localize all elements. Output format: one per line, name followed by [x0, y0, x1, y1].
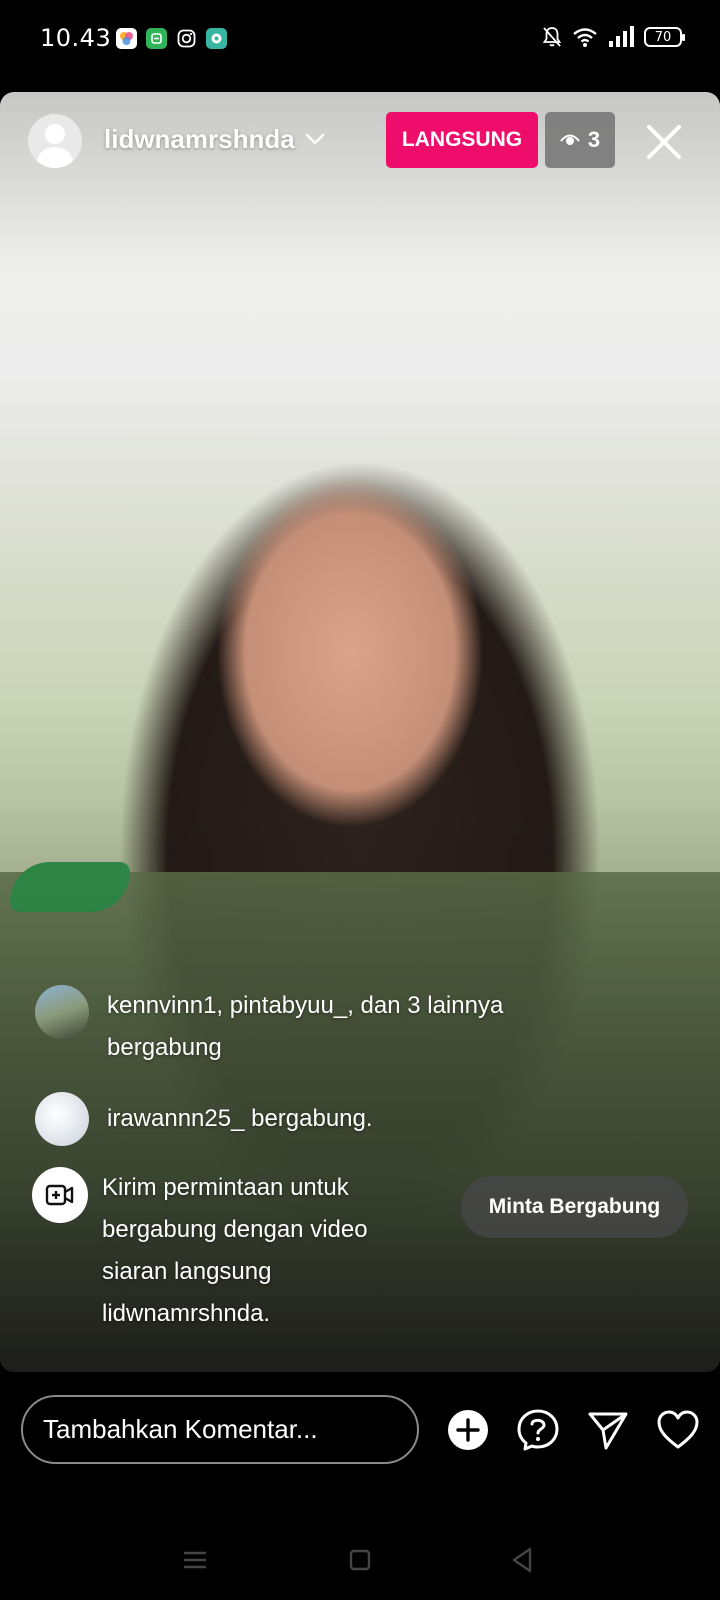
list-item: irawannn25_ bergabung.	[35, 1092, 595, 1146]
menu-icon[interactable]	[180, 1545, 210, 1575]
heart-icon[interactable]	[656, 1408, 700, 1452]
photos-app-icon	[116, 28, 137, 49]
send-icon[interactable]	[586, 1408, 630, 1452]
home-icon[interactable]	[345, 1545, 375, 1575]
avatar[interactable]	[35, 1092, 89, 1146]
join-summary-text: kennvinn1, pintabyuu_, dan 3 lainnya ber…	[107, 992, 504, 1061]
eye-icon	[560, 134, 580, 145]
question-icon[interactable]	[516, 1408, 560, 1452]
green-app-icon	[146, 28, 167, 49]
back-icon[interactable]	[508, 1545, 538, 1575]
close-icon[interactable]	[644, 122, 684, 162]
video-camera-icon	[32, 1167, 88, 1223]
viewer-count: 3	[587, 127, 601, 152]
chevron-down-icon[interactable]	[304, 128, 326, 150]
status-bar: 10.43 70	[0, 0, 720, 80]
add-icon[interactable]	[446, 1408, 490, 1452]
mute-bell-icon	[542, 27, 562, 47]
join-request-text: Kirim permintaan untuk bergabung dengan …	[102, 1174, 368, 1327]
request-join-button[interactable]: Minta Bergabung	[461, 1176, 688, 1238]
wifi-icon	[573, 28, 597, 47]
join-single-text: irawannn25_ bergabung.	[107, 1105, 373, 1132]
list-item: kennvinn1, pintabyuu_, dan 3 lainnya ber…	[35, 985, 595, 1069]
battery-icon: 70	[644, 27, 685, 47]
join-request-item: Kirim permintaan untuk bergabung dengan …	[32, 1167, 452, 1335]
host-avatar[interactable]	[28, 114, 82, 168]
comment-input[interactable]: Tambahkan Komentar...	[21, 1395, 419, 1464]
host-username[interactable]: lidwnamrshnda	[104, 124, 295, 155]
viewer-count-badge[interactable]: 3	[545, 112, 615, 168]
notification-icons	[116, 28, 227, 49]
avatar[interactable]	[35, 985, 89, 1039]
live-badge: LANGSUNG	[386, 112, 538, 168]
signal-icon	[609, 26, 634, 47]
system-icons: 70	[542, 26, 685, 48]
instagram-icon	[176, 28, 197, 49]
clock: 10.43	[40, 24, 112, 52]
messaging-app-icon	[206, 28, 227, 49]
